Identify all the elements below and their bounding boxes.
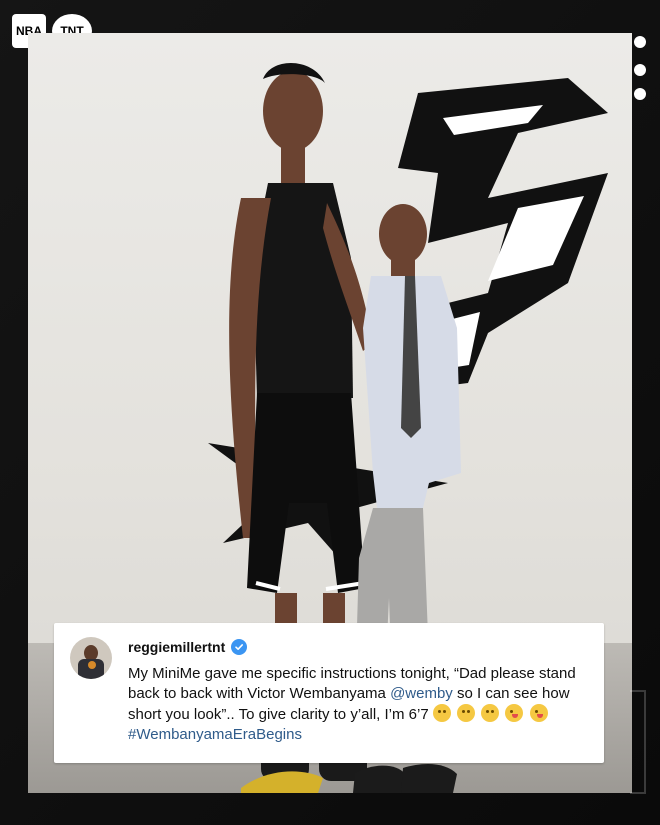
checkmark-icon: [235, 644, 244, 650]
more-dots-icon: [634, 88, 646, 100]
avatar: [70, 637, 112, 679]
wink-face-emoji: [457, 704, 476, 722]
mention-link[interactable]: @wemby: [390, 685, 453, 702]
instagram-post-card: reggiemillertnt My MiniMe gave me specif…: [54, 623, 604, 763]
squint-tongue-emoji: [529, 704, 548, 722]
monocle-face-emoji: [481, 704, 500, 722]
post-caption: My MiniMe gave me specific instructions …: [128, 664, 590, 745]
verified-badge-icon: [231, 639, 248, 655]
username-row: reggiemillertnt: [128, 639, 248, 655]
hashtag-link[interactable]: #WembanyamaEraBegins: [128, 726, 302, 743]
username: reggiemillertnt: [128, 639, 226, 655]
thinking-face-emoji: [432, 704, 451, 722]
post-image-stage: NBA TNT reggiemillertnt My MiniMe gave m…: [0, 0, 660, 825]
basketball-icon: [88, 661, 96, 669]
decorative-frame: [630, 690, 646, 794]
more-dots-icon: [634, 36, 646, 48]
tongue-wink-emoji: [505, 704, 524, 722]
carousel-dots: [630, 30, 652, 110]
more-dots-icon: [634, 64, 646, 76]
